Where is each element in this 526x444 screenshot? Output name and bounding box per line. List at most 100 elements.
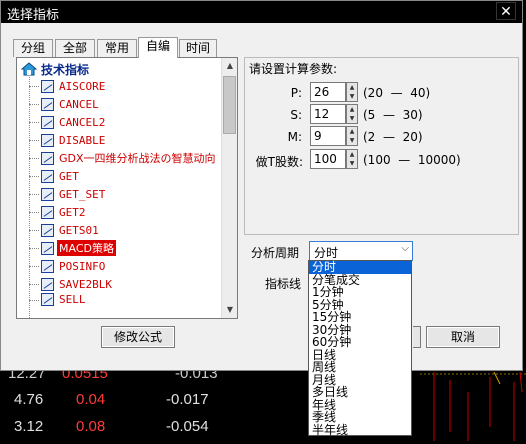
close-button[interactable]: ✕ [496, 2, 516, 20]
period-option[interactable]: 15分钟 [309, 311, 411, 324]
spin-up-icon[interactable]: ▲ [347, 83, 357, 92]
list-item[interactable]: GETS01 [29, 221, 101, 239]
tab-group[interactable]: 分组 [13, 39, 53, 57]
param-m-spinner[interactable]: ▲ ▼ [346, 126, 358, 146]
list-item[interactable]: AISCORE [29, 77, 107, 95]
tree-root[interactable]: 技术指标 [20, 61, 90, 77]
list-item-label: SELL [59, 293, 86, 306]
list-item[interactable]: CANCEL [29, 95, 101, 113]
cancel-button[interactable]: 取消 [426, 326, 500, 348]
param-s-spinner[interactable]: ▲ ▼ [346, 104, 358, 124]
param-p-spinner[interactable]: ▲ ▼ [346, 82, 358, 102]
param-label: 做T股数: [255, 155, 303, 169]
list-item-label: DISABLE [59, 133, 106, 147]
list-item-selected[interactable]: MACD策略 [29, 239, 116, 257]
list-item[interactable]: SAVE2BLK [29, 275, 114, 293]
list-item[interactable]: SELL [29, 293, 88, 307]
period-option[interactable]: 半年线 [309, 423, 411, 437]
list-item-label: GET_SET [59, 187, 106, 201]
spin-down-icon[interactable]: ▼ [347, 136, 357, 145]
spin-up-icon[interactable]: ▲ [347, 105, 357, 114]
list-item[interactable]: CANCEL2 [29, 113, 107, 131]
list-item[interactable]: GET2 [29, 203, 88, 221]
dialog-titlebar[interactable]: 选择指标 ✕ [1, 1, 522, 23]
param-range: (100 — 10000) [363, 153, 461, 167]
period-select[interactable]: 分时 ⌵ [309, 241, 413, 261]
price-cell: 3.12 [14, 418, 44, 435]
chevron-down-icon[interactable]: ⌵ [401, 243, 409, 254]
period-label: 分析周期 [251, 246, 300, 260]
value-cell: -0.054 [166, 418, 209, 435]
period-option[interactable]: 季线 [309, 411, 411, 424]
params-title: 请设置计算参数: [249, 62, 338, 76]
formula-icon [41, 223, 54, 237]
tab-common[interactable]: 常用 [97, 39, 137, 57]
change-cell: 0.08 [76, 418, 106, 435]
price-cell: 4.76 [14, 391, 44, 408]
modify-formula-button[interactable]: 修改公式 [101, 326, 175, 348]
period-option[interactable]: 周线 [309, 361, 411, 374]
formula-icon [41, 205, 54, 219]
list-item-label: GDX一四维分析战法の智慧动向 [59, 152, 216, 165]
period-dropdown[interactable]: 分时 分笔成交 1分钟 5分钟 15分钟 30分钟 60分钟 日线 周线 月线 … [308, 260, 412, 436]
indicator-tree[interactable]: 技术指标 AISCORE CANCEL CANCEL2 DISABLE GDX一… [16, 57, 238, 319]
param-label: P: [290, 86, 302, 100]
formula-icon [41, 277, 54, 291]
param-shares-spinner[interactable]: ▲ ▼ [346, 149, 358, 169]
dialog-title: 选择指标 [7, 8, 60, 23]
formula-icon [41, 187, 54, 201]
param-range: (5 — 30) [363, 108, 423, 122]
tab-time[interactable]: 时间 [179, 39, 217, 57]
formula-icon [41, 259, 54, 273]
ok-button-partial[interactable] [413, 326, 421, 348]
spin-down-icon[interactable]: ▼ [347, 159, 357, 168]
tree-scrollbar[interactable]: ▲ ▼ [221, 58, 237, 318]
period-option[interactable]: 60分钟 [309, 336, 411, 349]
list-item-label: SAVE2BLK [59, 277, 112, 291]
select-indicator-dialog: 选择指标 ✕ 分组 全部 常用 自编 时间 技术指标 AISCORE CANCE… [0, 0, 523, 371]
spin-up-icon[interactable]: ▲ [347, 127, 357, 136]
list-item-label: CANCEL [59, 97, 99, 111]
scroll-up-icon[interactable]: ▲ [222, 58, 237, 74]
param-s-input[interactable]: 12 [310, 104, 346, 124]
list-item[interactable]: GET [29, 167, 81, 185]
param-range: (20 — 40) [363, 86, 431, 100]
param-row-p: P: 26 ▲ ▼ (20 — 40) [245, 82, 520, 104]
param-m-input[interactable]: 9 [310, 126, 346, 146]
list-item[interactable]: POSINFO [29, 257, 107, 275]
list-item[interactable]: GDX一四维分析战法の智慧动向 [29, 149, 218, 167]
param-row-m: M: 9 ▲ ▼ (2 — 20) [245, 126, 520, 148]
spin-up-icon[interactable]: ▲ [347, 150, 357, 159]
list-item-label: GET [59, 169, 79, 183]
formula-icon [41, 293, 54, 306]
indicator-line-label: 指标线 [265, 277, 302, 291]
list-item[interactable]: GET_SET [29, 185, 107, 203]
spin-down-icon[interactable]: ▼ [347, 114, 357, 123]
list-item-label: GET2 [59, 205, 86, 219]
period-option[interactable]: 多日线 [309, 386, 411, 399]
candlestick-chart [420, 371, 526, 441]
home-icon [20, 62, 38, 76]
spin-down-icon[interactable]: ▼ [347, 92, 357, 101]
formula-icon [41, 151, 54, 165]
params-panel: 请设置计算参数: P: 26 ▲ ▼ (20 — 40) S: 12 ▲ ▼ (5 … [244, 57, 519, 235]
param-row-s: S: 12 ▲ ▼ (5 — 30) [245, 104, 520, 126]
period-option[interactable]: 分时 [309, 261, 411, 274]
scroll-thumb[interactable] [223, 76, 236, 134]
period-select-value: 分时 [314, 246, 339, 260]
formula-icon [41, 97, 54, 111]
param-p-input[interactable]: 26 [310, 82, 346, 102]
tab-all[interactable]: 全部 [55, 39, 95, 57]
list-item[interactable]: DISABLE [29, 131, 107, 149]
value-cell: -0.017 [166, 391, 209, 408]
formula-icon [41, 79, 54, 93]
list-item-label: POSINFO [59, 259, 106, 273]
tree-root-label: 技术指标 [41, 62, 90, 77]
period-option[interactable]: 1分钟 [309, 286, 411, 299]
scroll-down-icon[interactable]: ▼ [222, 302, 237, 318]
list-item-label: CANCEL2 [59, 115, 106, 129]
formula-icon [41, 133, 54, 147]
list-item-label: GETS01 [59, 223, 99, 237]
tab-custom[interactable]: 自编 [138, 37, 178, 58]
param-shares-input[interactable]: 100 [310, 149, 346, 169]
